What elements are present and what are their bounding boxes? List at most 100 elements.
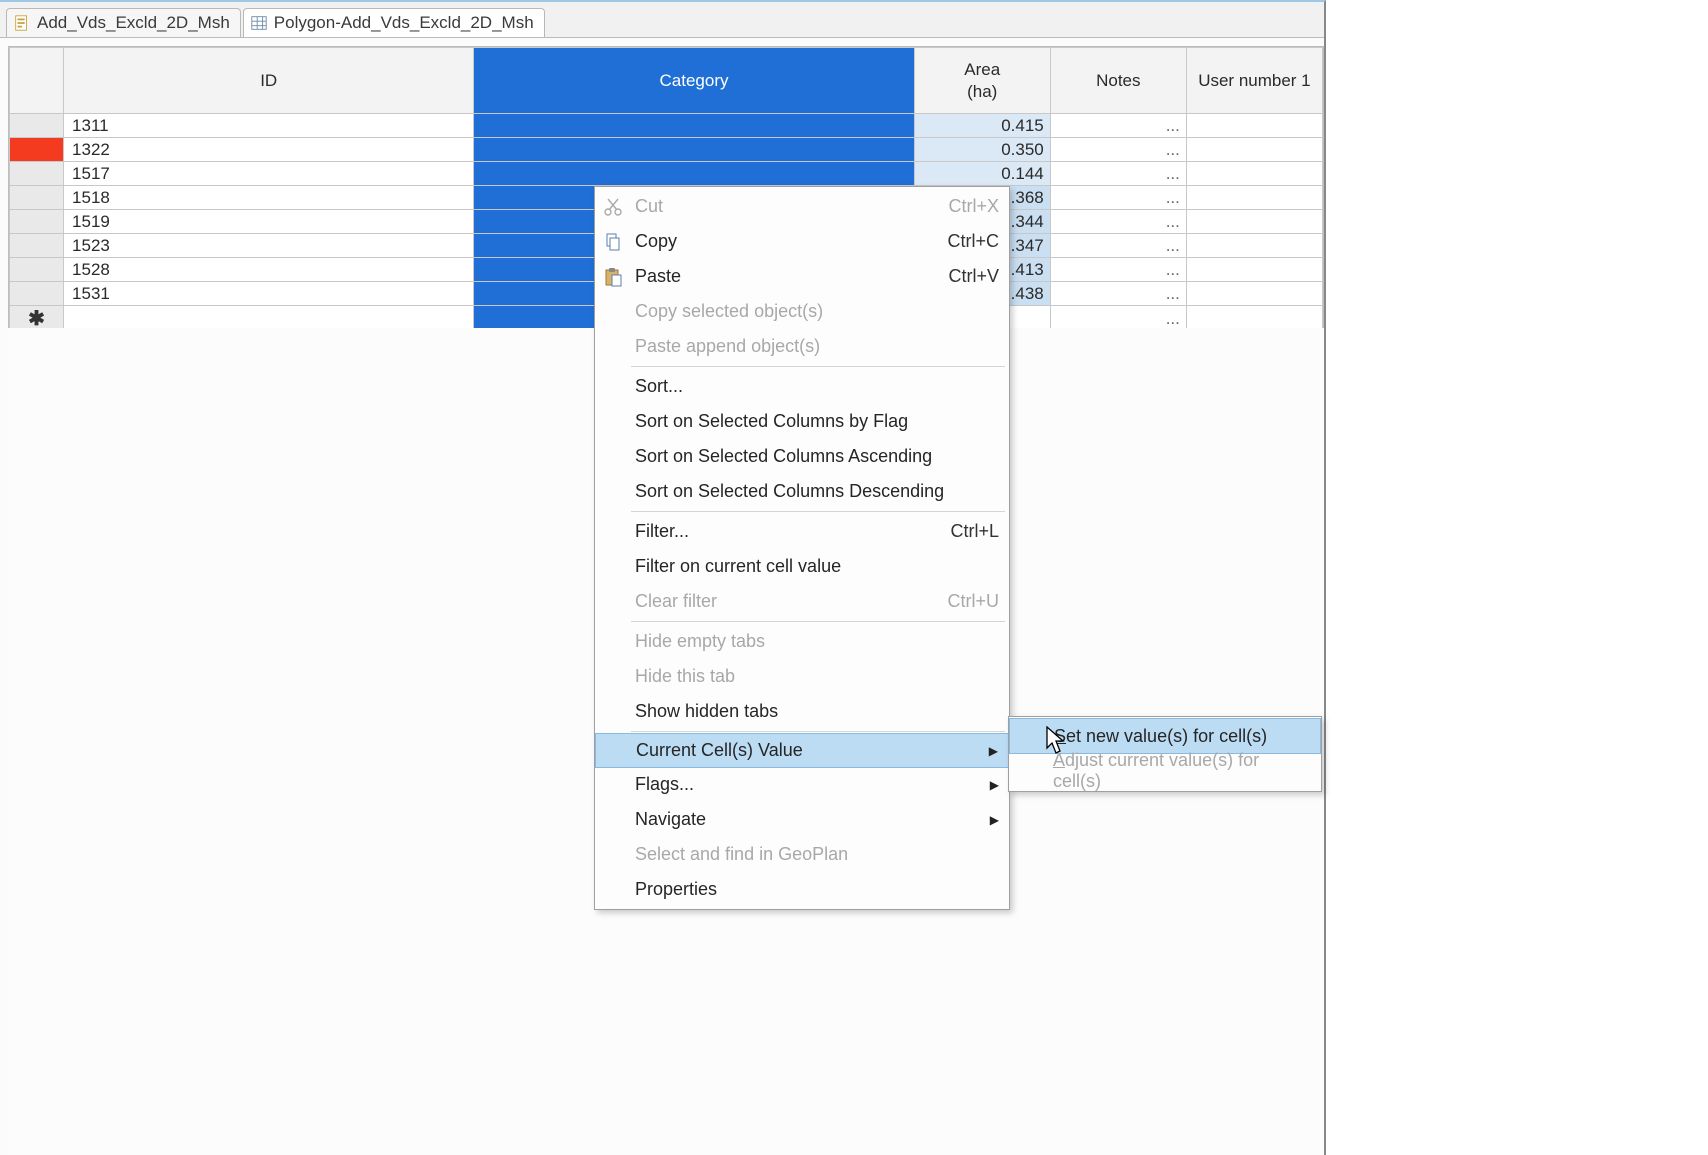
menu-label: Sort on Selected Columns Descending [635,481,944,502]
cell-notes[interactable]: ... [1050,186,1186,210]
cell-notes[interactable]: ... [1050,210,1186,234]
table-row[interactable]: 1517 0.144... [10,162,1323,186]
submenu-current-cells-value: Set new value(s) for cell(s) Adjust curr… [1008,716,1322,792]
menu-flags[interactable]: Flags... [595,767,1009,802]
document-icon [13,14,31,32]
row-selector[interactable] [10,186,64,210]
menu-label: Adjust current value(s) for cell(s) [1053,750,1311,792]
context-menu: Cut Ctrl+X Copy Ctrl+C Paste Ctrl+V Copy… [594,186,1010,910]
cell-category[interactable] [474,138,914,162]
cell-usernum1[interactable] [1186,234,1322,258]
cell-id[interactable]: 1311 [64,114,474,138]
row-selector[interactable] [10,210,64,234]
cell-id[interactable]: 1519 [64,210,474,234]
menu-show-hidden-tabs[interactable]: Show hidden tabs [595,694,1009,729]
menu-copy-selected-objects: Copy selected object(s) [595,294,1009,329]
cell-category[interactable] [474,162,914,186]
row-selector[interactable] [10,282,64,306]
cell-category[interactable] [474,114,914,138]
header-category[interactable]: Category [474,48,914,114]
cell-id[interactable]: 1523 [64,234,474,258]
row-selector[interactable] [10,138,64,162]
cell-id[interactable]: 1531 [64,282,474,306]
cell-notes[interactable]: ... [1050,282,1186,306]
menu-label: Cut [635,196,663,217]
header-notes[interactable]: Notes [1050,48,1186,114]
header-usernum1[interactable]: User number 1 [1186,48,1322,114]
table-row[interactable]: 1311 0.415... [10,114,1323,138]
tab-polygon-add-vds[interactable]: Polygon-Add_Vds_Excld_2D_Msh [243,8,545,37]
menu-shortcut: Ctrl+C [947,231,999,252]
cell-notes[interactable]: ... [1050,114,1186,138]
submenu-adjust-current-values: Adjust current value(s) for cell(s) [1009,753,1321,789]
cell-notes[interactable]: ... [1050,162,1186,186]
menu-properties[interactable]: Properties [595,872,1009,907]
row-selector[interactable] [10,258,64,282]
menu-label: Hide this tab [635,666,735,687]
menu-hide-empty-tabs: Hide empty tabs [595,624,1009,659]
menu-sort-descending[interactable]: Sort on Selected Columns Descending [595,474,1009,509]
menu-separator [631,731,1005,732]
table-row[interactable]: 1322 0.350... [10,138,1323,162]
menu-shortcut: Ctrl+V [948,266,999,287]
menu-filter-current-cell[interactable]: Filter on current cell value [595,549,1009,584]
outside-area [1326,0,1708,1155]
menu-navigate[interactable]: Navigate [595,802,1009,837]
menu-label: Paste append object(s) [635,336,820,357]
menu-label: Paste [635,266,681,287]
menu-paste-append-objects: Paste append object(s) [595,329,1009,364]
cell-usernum1[interactable] [1186,114,1322,138]
cell-area[interactable]: 0.350 [914,138,1050,162]
cell-id[interactable]: 1517 [64,162,474,186]
menu-shortcut: Ctrl+X [948,196,999,217]
cell-id[interactable]: 1322 [64,138,474,162]
menu-sort[interactable]: Sort... [595,369,1009,404]
tab-label: Add_Vds_Excld_2D_Msh [37,13,230,33]
menu-paste[interactable]: Paste Ctrl+V [595,259,1009,294]
menu-label: Copy selected object(s) [635,301,823,322]
row-selector[interactable] [10,234,64,258]
header-area[interactable]: Area (ha) [914,48,1050,114]
menu-shortcut: Ctrl+U [947,591,999,612]
header-rowselector[interactable] [10,48,64,114]
cell-usernum1[interactable] [1186,210,1322,234]
menu-label: Sort... [635,376,683,397]
row-selector[interactable] [10,162,64,186]
cell-usernum1[interactable] [1186,186,1322,210]
header-row: ID Category Area (ha) Notes User number … [10,48,1323,114]
menu-label: Hide empty tabs [635,631,765,652]
header-id[interactable]: ID [64,48,474,114]
menu-label: Navigate [635,809,706,830]
menu-label: Current Cell(s) Value [636,740,803,761]
menu-cut: Cut Ctrl+X [595,189,1009,224]
menu-label: Filter on current cell value [635,556,841,577]
row-selector[interactable] [10,114,64,138]
cell-notes[interactable]: ... [1050,234,1186,258]
menu-label: Select and find in GeoPlan [635,844,848,865]
submenu-set-new-values[interactable]: Set new value(s) for cell(s) [1009,718,1321,754]
menu-sort-by-flag[interactable]: Sort on Selected Columns by Flag [595,404,1009,439]
menu-sort-ascending[interactable]: Sort on Selected Columns Ascending [595,439,1009,474]
flag-marker [10,138,63,161]
menu-filter[interactable]: Filter...Ctrl+L [595,514,1009,549]
menu-label: Flags... [635,774,694,795]
tab-add-vds[interactable]: Add_Vds_Excld_2D_Msh [6,8,241,37]
menu-copy[interactable]: Copy Ctrl+C [595,224,1009,259]
cell-usernum1[interactable] [1186,282,1322,306]
paste-icon [603,267,623,287]
cell-notes[interactable]: ... [1050,258,1186,282]
cell-usernum1[interactable] [1186,258,1322,282]
tab-label: Polygon-Add_Vds_Excld_2D_Msh [274,13,534,33]
cell-notes[interactable]: ... [1050,138,1186,162]
menu-current-cells-value[interactable]: Current Cell(s) Value [595,733,1009,768]
menu-label: Clear filter [635,591,717,612]
menu-label: Properties [635,879,717,900]
menu-shortcut: Ctrl+L [950,521,999,542]
cell-usernum1[interactable] [1186,162,1322,186]
cell-usernum1[interactable] [1186,138,1322,162]
cell-area[interactable]: 0.144 [914,162,1050,186]
cell-id[interactable]: 1528 [64,258,474,282]
cell-id[interactable]: 1518 [64,186,474,210]
cell-area[interactable]: 0.415 [914,114,1050,138]
menu-label: Sort on Selected Columns Ascending [635,446,932,467]
